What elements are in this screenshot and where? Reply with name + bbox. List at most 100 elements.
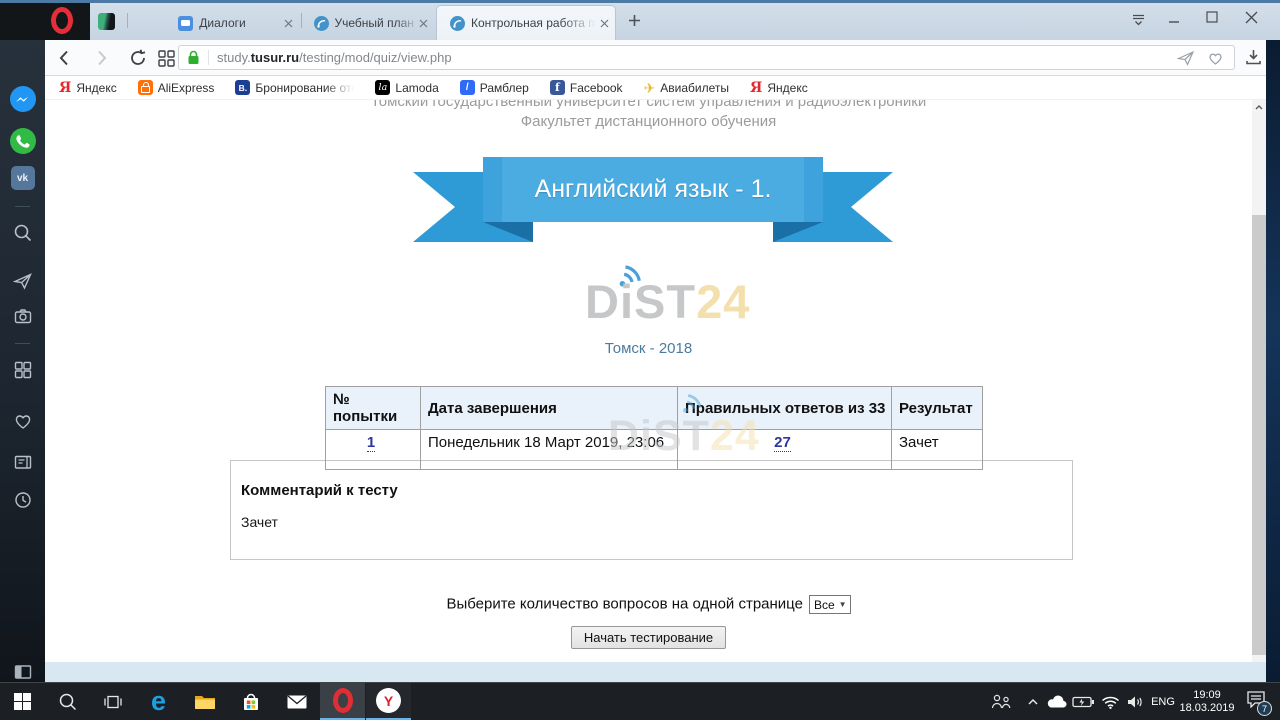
history-clock-icon[interactable]	[0, 490, 45, 510]
tab-uchebny-plan[interactable]: Учебный план - Личный	[304, 6, 434, 40]
opera-icon	[333, 688, 353, 713]
tab-label: Учебный план - Личный	[335, 16, 419, 30]
close-window-button[interactable]	[1245, 11, 1258, 24]
facebook-icon: f	[550, 80, 565, 95]
onedrive-cloud-icon[interactable]	[1044, 683, 1070, 720]
table-row: 1 Понедельник 18 Март 2019, 23:06 27 Зач…	[326, 430, 983, 470]
start-test-row: Начать тестирование	[45, 626, 1252, 649]
battery-icon[interactable]	[1070, 683, 1097, 720]
taskbar-search-button[interactable]	[45, 683, 90, 720]
tab-kontrolnaya-active[interactable]: Контрольная работа по д	[436, 5, 616, 40]
mail-button[interactable]	[274, 683, 319, 720]
reload-icon[interactable]	[128, 48, 148, 68]
tab-separator	[301, 13, 302, 28]
windows-logo-icon	[14, 693, 31, 710]
opera-taskbar-button[interactable]	[320, 683, 365, 720]
airplane-icon: ✈	[644, 81, 656, 95]
desktop-edge	[1266, 40, 1280, 682]
vk-icon[interactable]: vk	[0, 166, 45, 190]
yandex-browser-icon: Y	[376, 688, 401, 713]
address-bar[interactable]: study.tusur.ru/testing/mod/quiz/view.php	[178, 45, 1235, 70]
comment-title: Комментарий к тесту	[241, 482, 1072, 499]
search-icon[interactable]	[0, 223, 45, 243]
show-hidden-icons-chevron[interactable]	[1024, 683, 1042, 720]
download-icon[interactable]	[1245, 48, 1262, 66]
pinned-tab[interactable]	[98, 13, 115, 30]
opera-logo-icon	[51, 7, 73, 34]
start-button[interactable]	[0, 683, 45, 720]
bookmark-yandex-2[interactable]: ЯЯндекс	[750, 80, 808, 96]
booking-icon: B.	[235, 80, 250, 95]
minimize-button[interactable]	[1168, 13, 1180, 25]
yandex-icon: Я	[750, 80, 762, 96]
folder-icon	[194, 693, 216, 711]
sidebar-setup-icon[interactable]	[0, 662, 45, 682]
browser-toolbar: study.tusur.ru/testing/mod/quiz/view.php	[45, 40, 1266, 76]
close-tab-icon[interactable]	[419, 19, 428, 28]
bookmark-booking[interactable]: B.Бронирование отел	[235, 80, 354, 95]
sidebar-divider	[15, 343, 30, 344]
scroll-up-arrow[interactable]	[1252, 100, 1266, 115]
questions-per-page-select[interactable]: Все▼	[809, 595, 851, 614]
whatsapp-icon[interactable]	[0, 128, 45, 154]
attempt-link[interactable]: 1	[367, 434, 375, 452]
secure-padlock-icon[interactable]	[187, 50, 200, 65]
maximize-button[interactable]	[1206, 11, 1218, 23]
messenger-icon[interactable]	[0, 86, 45, 112]
close-tab-icon[interactable]	[600, 19, 609, 28]
tray-time: 19:09	[1179, 689, 1234, 702]
start-test-button[interactable]: Начать тестирование	[571, 626, 726, 649]
yandex-icon: Я	[59, 80, 71, 96]
bookmark-yandex[interactable]: ЯЯндекс	[59, 80, 117, 96]
tab-separator	[127, 13, 128, 28]
snapshot-camera-icon[interactable]	[0, 306, 45, 326]
edge-button[interactable]: e	[136, 683, 181, 720]
microsoft-store-button[interactable]	[228, 683, 273, 720]
comment-body: Зачет	[241, 514, 1072, 530]
tab-label: Диалоги	[199, 16, 245, 30]
faculty-name: Факультет дистанционного обучения	[45, 113, 1252, 130]
scrollbar-thumb[interactable]	[1252, 215, 1266, 655]
bookmark-aliexpress[interactable]: AliExpress	[138, 80, 215, 95]
people-tray-icon[interactable]	[984, 683, 1018, 720]
speed-dial-sidebar-icon[interactable]	[0, 360, 45, 380]
sidebar-divider	[15, 206, 30, 207]
bookmark-heart-icon[interactable]	[1207, 50, 1224, 66]
chat-icon	[178, 16, 193, 31]
bookmark-lamoda[interactable]: laLamoda	[375, 80, 438, 95]
yandex-browser-button[interactable]: Y	[366, 683, 411, 720]
windows-taskbar: e Y	[0, 682, 1280, 720]
send-to-flow-icon[interactable]	[1177, 50, 1195, 66]
opera-menu-button[interactable]	[0, 0, 90, 40]
close-tab-icon[interactable]	[284, 19, 293, 28]
bookmark-aviabilety[interactable]: ✈Авиабилеты	[644, 81, 729, 95]
task-view-button[interactable]	[90, 683, 135, 720]
attempts-table: № попытки Дата завершения Правильных отв…	[325, 386, 983, 470]
bookmarks-heart-icon[interactable]	[0, 411, 45, 431]
speed-dial-icon[interactable]	[157, 49, 176, 68]
wifi-icon[interactable]	[1098, 683, 1122, 720]
lamoda-icon: la	[375, 80, 390, 95]
tab-dialogi[interactable]: Диалоги	[131, 6, 299, 40]
quiz-view-page: Томский государственный университет сист…	[45, 100, 1252, 662]
bookmark-rambler[interactable]: /Рамблер	[460, 80, 529, 95]
bookmark-facebook[interactable]: fFacebook	[550, 80, 623, 95]
clock-tray[interactable]: 19:0918.03.2019	[1178, 683, 1236, 720]
university-name: Томский государственный университет сист…	[45, 100, 1252, 110]
col-finished: Дата завершения	[421, 387, 678, 430]
notification-count-badge: 7	[1257, 701, 1272, 716]
volume-icon[interactable]	[1122, 683, 1148, 720]
language-indicator[interactable]: ENG	[1148, 683, 1178, 720]
vertical-scrollbar[interactable]	[1252, 100, 1266, 662]
action-center-button[interactable]: 7	[1238, 683, 1274, 720]
result-value: Зачет	[892, 430, 983, 470]
personal-news-icon[interactable]	[0, 452, 45, 472]
tab-menu-icon[interactable]	[1130, 11, 1147, 28]
store-bag-icon	[241, 692, 261, 712]
back-icon[interactable]	[55, 48, 75, 68]
new-tab-button[interactable]	[628, 14, 641, 27]
file-explorer-button[interactable]	[182, 683, 227, 720]
my-flow-icon[interactable]	[0, 271, 45, 291]
correct-answers-link[interactable]: 27	[774, 434, 791, 452]
forward-icon[interactable]	[91, 48, 111, 68]
